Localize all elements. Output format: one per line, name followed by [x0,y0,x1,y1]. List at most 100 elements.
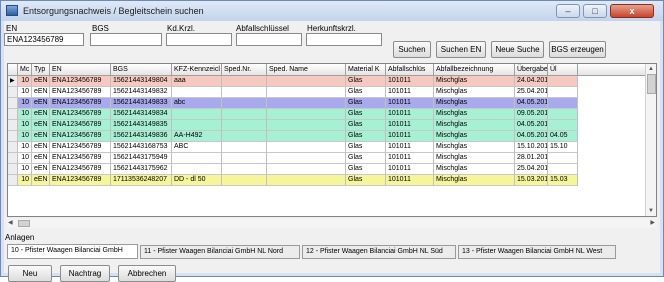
row-selector[interactable] [8,175,18,186]
table-cell-ue[interactable]: 15.10 [548,142,578,153]
table-cell-en[interactable]: ENA123456789 [50,153,111,164]
abbrechen-button[interactable]: Abbrechen [118,265,176,282]
table-cell-spednr[interactable] [222,76,267,87]
table-cell-spedname[interactable] [267,76,346,87]
table-cell-kfz[interactable]: abc [172,98,222,109]
table-cell-bez[interactable]: Mischglas [434,76,515,87]
table-cell-material[interactable]: Glas [346,131,386,142]
table-cell-kfz[interactable] [172,153,222,164]
table-cell-en[interactable]: ENA123456789 [50,131,111,142]
table-cell-mc[interactable]: 10 [18,87,32,98]
results-table[interactable]: Mc Typ EN BGS KFZ-Kennzeicl Sped.Nr. Sped. Nam… [7,63,657,217]
scroll-down-icon[interactable]: ▼ [647,207,655,215]
column-header[interactable]: Material K [346,64,386,75]
table-cell-spednr[interactable] [222,109,267,120]
table-cell-material[interactable]: Glas [346,142,386,153]
table-cell-typ[interactable]: eEN [32,131,50,142]
table-cell-ue[interactable] [548,98,578,109]
table-cell-bgs[interactable]: 15621443149832 [111,87,172,98]
table-cell-mc[interactable]: 10 [18,164,32,175]
table-cell-kfz[interactable] [172,120,222,131]
tab-anlage-12[interactable]: 12 - Pfister Waagen Bilanciai GmbH NL Sü… [302,245,456,259]
row-header-corner[interactable] [8,64,18,75]
table-cell-typ[interactable]: eEN [32,153,50,164]
table-cell-spednr[interactable] [222,120,267,131]
table-cell-ue[interactable] [548,153,578,164]
table-cell-mc[interactable]: 10 [18,109,32,120]
table-cell-kfz[interactable] [172,164,222,175]
table-cell-kfz[interactable]: DD - dl 50 [172,175,222,186]
table-cell-mc[interactable]: 10 [18,98,32,109]
table-cell-material[interactable]: Glas [346,175,386,186]
table-row[interactable]: 10 eEN ENA123456789 15621443149836 AA-H492 Gl… [8,131,648,142]
table-cell-spednr[interactable] [222,175,267,186]
table-cell-ue[interactable] [548,109,578,120]
table-cell-spednr[interactable] [222,164,267,175]
table-cell-abfall[interactable]: 101011 [386,131,434,142]
table-cell-en[interactable]: ENA123456789 [50,175,111,186]
table-cell-en[interactable]: ENA123456789 [50,98,111,109]
table-cell-typ[interactable]: eEN [32,120,50,131]
column-header[interactable]: Abfallschlüs [386,64,434,75]
table-row[interactable]: 10 eEN ENA123456789 15621443175962 Glas 10101… [8,164,648,175]
table-cell-mc[interactable]: 10 [18,120,32,131]
column-header[interactable]: Sped. Name [267,64,346,75]
column-header[interactable]: Abfallbezeichnung [434,64,515,75]
row-selector[interactable] [8,142,18,153]
table-cell-mc[interactable]: 10 [18,175,32,186]
tab-anlage-13[interactable]: 13 - Pfister Waagen Bilanciai GmbH NL We… [458,245,616,259]
table-cell-uebergabe[interactable]: 25.04.2013 [515,164,548,175]
table-cell-bgs[interactable]: 15621443149836 [111,131,172,142]
table-cell-bez[interactable]: Mischglas [434,120,515,131]
table-cell-spednr[interactable] [222,131,267,142]
table-cell-typ[interactable]: eEN [32,175,50,186]
nachtrag-button[interactable]: Nachtrag [60,265,110,282]
scroll-up-icon[interactable]: ▲ [647,65,655,73]
column-header[interactable]: Übergabe [515,64,548,75]
scroll-left-icon[interactable]: ◀ [8,220,13,227]
table-cell-material[interactable]: Glas [346,98,386,109]
table-cell-spedname[interactable] [267,120,346,131]
table-cell-uebergabe[interactable]: 15.03.2010 [515,175,548,186]
row-selector[interactable] [8,131,18,142]
table-cell-mc[interactable]: 10 [18,153,32,164]
table-cell-material[interactable]: Glas [346,87,386,98]
table-cell-typ[interactable]: eEN [32,98,50,109]
table-cell-uebergabe[interactable]: 28.01.2013 [515,153,548,164]
table-cell-material[interactable]: Glas [346,109,386,120]
table-cell-spednr[interactable] [222,153,267,164]
table-cell-abfall[interactable]: 101011 [386,153,434,164]
table-cell-spedname[interactable] [267,131,346,142]
horizontal-scroll-thumb[interactable] [18,220,30,227]
column-header[interactable]: KFZ-Kennzeicl [172,64,222,75]
table-cell-uebergabe[interactable]: 09.05.2012 [515,109,548,120]
table-cell-abfall[interactable]: 101011 [386,142,434,153]
column-header[interactable]: BGS [111,64,172,75]
table-cell-kfz[interactable] [172,109,222,120]
title-bar[interactable]: Entsorgungsnachweis / Begleitschein such… [1,1,663,21]
table-cell-bgs[interactable]: 17113536248207 [111,175,172,186]
table-cell-abfall[interactable]: 101011 [386,87,434,98]
table-cell-typ[interactable]: eEN [32,76,50,87]
table-cell-bez[interactable]: Mischglas [434,131,515,142]
table-cell-ue[interactable] [548,164,578,175]
table-cell-bgs[interactable]: 15621443175962 [111,164,172,175]
row-selector[interactable] [8,153,18,164]
column-header[interactable]: Typ [32,64,50,75]
table-cell-ue[interactable] [548,120,578,131]
tab-anlage-10[interactable]: 10 - Pfister Waagen Bilanciai GmbH [7,244,138,259]
table-cell-bgs[interactable]: 15621443175949 [111,153,172,164]
table-cell-bez[interactable]: Mischglas [434,87,515,98]
table-cell-kfz[interactable]: aaa [172,76,222,87]
table-cell-en[interactable]: ENA123456789 [50,76,111,87]
table-cell-bez[interactable]: Mischglas [434,98,515,109]
neue-suche-button[interactable]: Neue Suche [491,41,544,58]
table-row[interactable]: 10 eEN ENA123456789 15621443168753 ABC Glas 10… [8,142,648,153]
table-cell-en[interactable]: ENA123456789 [50,109,111,120]
table-cell-ue[interactable] [548,76,578,87]
table-row[interactable]: 10 eEN ENA123456789 15621443175949 Glas 10101… [8,153,648,164]
table-cell-bez[interactable]: Mischglas [434,109,515,120]
table-cell-spedname[interactable] [267,87,346,98]
table-cell-kfz[interactable]: AA-H492 [172,131,222,142]
table-cell-spednr[interactable] [222,87,267,98]
